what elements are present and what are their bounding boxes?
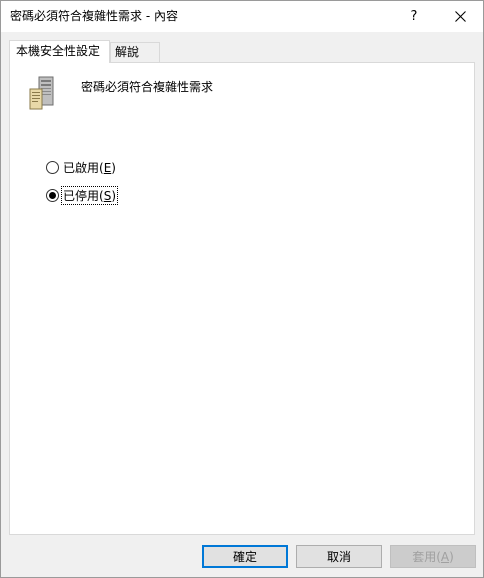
tab-explain[interactable]: 解說 xyxy=(110,42,160,62)
tab-panel: 密碼必須符合複雜性需求 已啟用(E) 已停用(S) xyxy=(9,62,475,535)
policy-title: 密碼必須符合複雜性需求 xyxy=(81,80,214,94)
radio-enabled[interactable] xyxy=(46,160,59,174)
enabled-label: 已啟用(E) xyxy=(63,160,116,175)
close-icon xyxy=(454,11,466,22)
title-bar: 密碼必須符合複雜性需求 - 內容 ? xyxy=(1,1,483,32)
disabled-option[interactable]: 已停用(S) xyxy=(46,185,118,205)
window-title: 密碼必須符合複雜性需求 - 內容 xyxy=(10,9,178,23)
enabled-option[interactable]: 已啟用(E) xyxy=(46,158,117,176)
server-icon xyxy=(29,76,54,110)
properties-dialog: 密碼必須符合複雜性需求 - 內容 ? 本機安全性設定 解說 密碼必須符合複雜性需… xyxy=(0,0,484,578)
apply-button[interactable]: 套用(A) xyxy=(390,545,476,568)
ok-button[interactable]: 確定 xyxy=(202,545,288,568)
cancel-button[interactable]: 取消 xyxy=(296,545,382,568)
help-icon: ? xyxy=(410,9,418,24)
tab-local-security-setting[interactable]: 本機安全性設定 xyxy=(9,40,110,63)
tab-strip: 本機安全性設定 解說 xyxy=(9,40,475,63)
tab-label: 解說 xyxy=(115,45,140,59)
close-button[interactable] xyxy=(437,1,483,32)
disabled-label: 已停用(S) xyxy=(61,185,118,205)
radio-disabled[interactable] xyxy=(46,188,59,202)
help-button[interactable]: ? xyxy=(391,1,437,32)
tab-label: 本機安全性設定 xyxy=(16,44,101,58)
